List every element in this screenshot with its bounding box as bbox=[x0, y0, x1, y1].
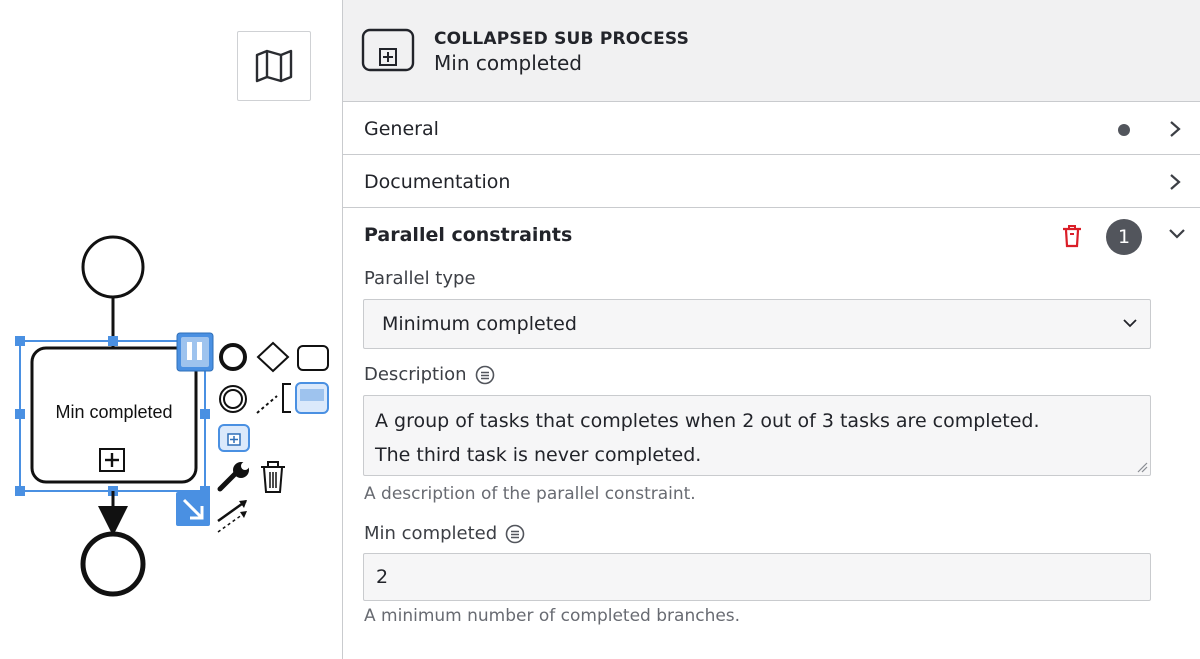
min-completed-input[interactable]: 2 bbox=[363, 553, 1151, 601]
description-label: Description bbox=[364, 364, 495, 385]
collapsed-sub-process-icon bbox=[361, 28, 415, 72]
constraint-count-badge: 1 bbox=[1106, 219, 1142, 255]
group-title[interactable]: Parallel constraints bbox=[364, 224, 572, 246]
feel-expression-icon[interactable] bbox=[505, 524, 525, 544]
description-label-text: Description bbox=[364, 364, 467, 385]
resize-corner-button[interactable] bbox=[176, 492, 210, 526]
end-event-icon[interactable] bbox=[219, 343, 247, 371]
description-hint: A description of the parallel constraint… bbox=[364, 484, 696, 504]
properties-panel: COLLAPSED SUB PROCESS Min completed Gene… bbox=[342, 0, 1200, 659]
group-general[interactable]: General bbox=[343, 102, 1200, 155]
panel-header: COLLAPSED SUB PROCESS Min completed bbox=[343, 0, 1200, 102]
min-completed-hint: A minimum number of completed branches. bbox=[364, 606, 741, 626]
collapsed-marker-icon bbox=[99, 448, 125, 472]
bpmn-diagram bbox=[15, 235, 329, 597]
element-name: Min completed bbox=[434, 51, 582, 75]
collapsed-sub-process-icon[interactable] bbox=[218, 424, 250, 452]
start-event[interactable] bbox=[81, 235, 145, 299]
end-event[interactable] bbox=[80, 531, 146, 597]
min-completed-value: 2 bbox=[376, 566, 389, 588]
chevron-down-icon bbox=[1123, 319, 1137, 328]
gateway-icon[interactable] bbox=[256, 341, 290, 373]
wrench-icon[interactable] bbox=[217, 462, 249, 492]
task-label: Min completed bbox=[55, 402, 173, 422]
min-completed-label: Min completed bbox=[364, 523, 525, 544]
group-parallel-constraints: Parallel constraints 1 Parallel type Min… bbox=[343, 208, 1200, 658]
parallel-type-select[interactable]: Minimum completed bbox=[363, 299, 1151, 349]
diagram-canvas[interactable]: Min completed bbox=[0, 0, 342, 659]
parallel-type-label-text: Parallel type bbox=[364, 268, 476, 289]
description-textarea[interactable]: A group of tasks that completes when 2 o… bbox=[363, 395, 1151, 476]
chevron-right-icon bbox=[1170, 121, 1181, 137]
group-title: General bbox=[364, 118, 439, 140]
trash-icon[interactable] bbox=[261, 461, 285, 493]
intermediate-event-icon[interactable] bbox=[219, 385, 247, 413]
element-type: COLLAPSED SUB PROCESS bbox=[434, 29, 690, 49]
min-completed-label-text: Min completed bbox=[364, 523, 498, 544]
connect-arrow-icon[interactable] bbox=[217, 499, 247, 533]
parallel-type-value: Minimum completed bbox=[382, 313, 577, 335]
sub-process-icon[interactable] bbox=[295, 382, 329, 414]
parallel-marker-button[interactable] bbox=[176, 332, 214, 372]
data-indicator-dot bbox=[1118, 124, 1130, 136]
context-pad bbox=[217, 341, 329, 533]
description-value: A group of tasks that completes when 2 o… bbox=[375, 410, 1040, 466]
text-annotation-icon[interactable] bbox=[256, 383, 291, 414]
group-title: Documentation bbox=[364, 171, 511, 193]
task-icon[interactable] bbox=[297, 345, 329, 371]
feel-expression-icon[interactable] bbox=[475, 365, 495, 385]
delete-icon[interactable] bbox=[1062, 224, 1082, 248]
parallel-type-label: Parallel type bbox=[364, 268, 476, 289]
group-documentation[interactable]: Documentation bbox=[343, 155, 1200, 208]
resize-grip-icon[interactable] bbox=[1136, 461, 1148, 473]
chevron-right-icon bbox=[1170, 174, 1181, 190]
chevron-down-icon[interactable] bbox=[1168, 228, 1186, 240]
